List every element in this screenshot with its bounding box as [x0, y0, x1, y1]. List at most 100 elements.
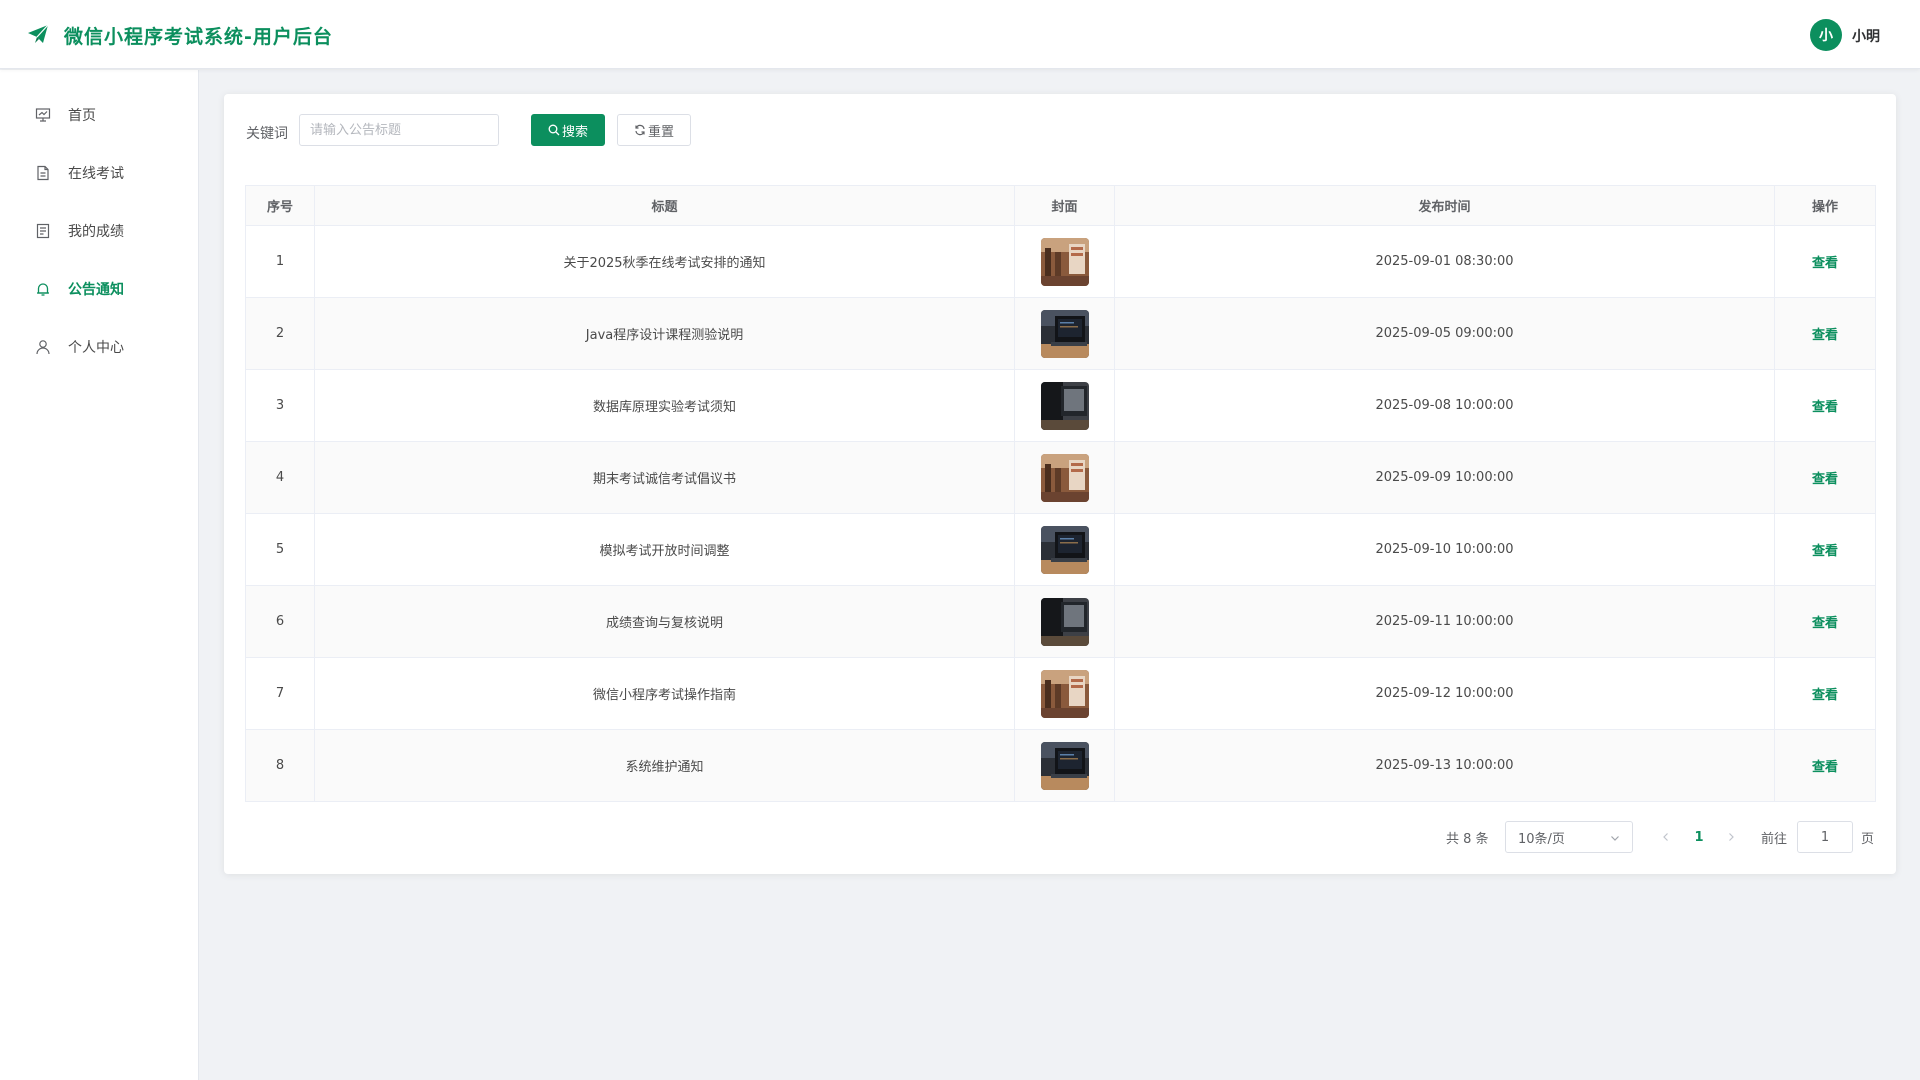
row-title: 期末考试诚信考试倡议书 — [314, 441, 1015, 514]
view-link[interactable]: 查看 — [1812, 256, 1838, 271]
row-title: 系统维护通知 — [314, 729, 1015, 802]
view-link[interactable]: 查看 — [1812, 400, 1838, 415]
report-icon — [34, 222, 52, 240]
announcement-panel: 关键词 搜索 重置 序号 标题 封面 发布时间 操作 1 关于2025秋季在线考试… — [224, 94, 1896, 874]
row-index: 5 — [245, 513, 315, 586]
column-header-index: 序号 — [245, 185, 315, 226]
view-link[interactable]: 查看 — [1812, 688, 1838, 703]
column-header-time: 发布时间 — [1114, 185, 1775, 226]
view-link[interactable]: 查看 — [1812, 328, 1838, 343]
cover-image[interactable] — [1040, 381, 1089, 430]
chevron-right-icon — [1729, 833, 1734, 841]
row-index: 4 — [245, 441, 315, 514]
row-action-cell: 查看 — [1774, 513, 1876, 586]
cover-image[interactable] — [1040, 453, 1089, 502]
username[interactable]: 小明 — [1852, 26, 1880, 46]
page-size-select[interactable]: 10条/页 — [1505, 821, 1633, 853]
row-index: 7 — [245, 657, 315, 730]
row-index: 2 — [245, 297, 315, 370]
row-index: 3 — [245, 369, 315, 442]
row-cover-cell — [1014, 225, 1115, 298]
sidebar-item-online-exam[interactable]: 在线考试 — [0, 144, 199, 202]
table-header-row: 序号 标题 封面 发布时间 操作 — [245, 185, 1876, 226]
view-link[interactable]: 查看 — [1812, 760, 1838, 775]
row-publish-time: 2025-09-08 10:00:00 — [1114, 369, 1775, 442]
table-row: 6 成绩查询与复核说明 2025-09-11 10:00:00 查看 — [245, 585, 1876, 658]
column-header-title: 标题 — [314, 185, 1015, 226]
row-title: Java程序设计课程测验说明 — [314, 297, 1015, 370]
column-header-cover: 封面 — [1014, 185, 1115, 226]
cover-image[interactable] — [1040, 525, 1089, 574]
cover-image[interactable] — [1040, 597, 1089, 646]
table-row: 3 数据库原理实验考试须知 2025-09-08 10:00:00 查看 — [245, 369, 1876, 442]
row-title: 数据库原理实验考试须知 — [314, 369, 1015, 442]
avatar[interactable]: 小 — [1810, 19, 1842, 51]
row-title: 微信小程序考试操作指南 — [314, 657, 1015, 730]
cover-image[interactable] — [1040, 237, 1089, 286]
row-publish-time: 2025-09-13 10:00:00 — [1114, 729, 1775, 802]
row-cover-cell — [1014, 513, 1115, 586]
chevron-left-icon — [1663, 833, 1668, 841]
next-page-button[interactable] — [1719, 825, 1743, 849]
pagination-total: 共 8 条 — [1446, 832, 1489, 847]
page-number-current[interactable]: 1 — [1687, 825, 1711, 849]
table-row: 4 期末考试诚信考试倡议书 2025-09-09 10:00:00 查看 — [245, 441, 1876, 514]
sidebar-item-profile[interactable]: 个人中心 — [0, 318, 199, 376]
keyword-input[interactable] — [299, 114, 499, 146]
sidebar-item-label: 个人中心 — [68, 340, 124, 356]
presentation-icon — [34, 106, 52, 124]
document-icon — [34, 164, 52, 182]
row-cover-cell — [1014, 585, 1115, 658]
row-publish-time: 2025-09-11 10:00:00 — [1114, 585, 1775, 658]
row-cover-cell — [1014, 297, 1115, 370]
goto-page-input[interactable] — [1797, 821, 1853, 853]
row-action-cell: 查看 — [1774, 297, 1876, 370]
table-row: 7 微信小程序考试操作指南 2025-09-12 10:00:00 查看 — [245, 657, 1876, 730]
sidebar-item-home[interactable]: 首页 — [0, 86, 199, 144]
row-publish-time: 2025-09-12 10:00:00 — [1114, 657, 1775, 730]
goto-label: 前往 — [1761, 832, 1788, 847]
search-button-label: 搜索 — [561, 124, 588, 140]
cover-image[interactable] — [1040, 309, 1089, 358]
row-title: 关于2025秋季在线考试安排的通知 — [314, 225, 1015, 298]
user-icon — [34, 338, 52, 356]
table-row: 5 模拟考试开放时间调整 2025-09-10 10:00:00 查看 — [245, 513, 1876, 586]
row-action-cell: 查看 — [1774, 369, 1876, 442]
search-button[interactable]: 搜索 — [531, 114, 605, 146]
row-publish-time: 2025-09-01 08:30:00 — [1114, 225, 1775, 298]
announcement-table: 序号 标题 封面 发布时间 操作 1 关于2025秋季在线考试安排的通知 2025-… — [245, 185, 1876, 802]
row-title: 模拟考试开放时间调整 — [314, 513, 1015, 586]
sidebar-item-my-scores[interactable]: 我的成绩 — [0, 202, 199, 260]
reset-button-label: 重置 — [647, 124, 674, 140]
sidebar-item-label: 首页 — [68, 108, 96, 124]
table-row: 8 系统维护通知 2025-09-13 10:00:00 查看 — [245, 729, 1876, 802]
paper-plane-icon — [28, 24, 49, 43]
view-link[interactable]: 查看 — [1812, 544, 1838, 559]
previous-page-button[interactable] — [1654, 825, 1678, 849]
keyword-label: 关键词 — [246, 126, 288, 142]
sidebar-item-label: 公告通知 — [68, 282, 124, 298]
column-header-action: 操作 — [1774, 185, 1876, 226]
row-index: 8 — [245, 729, 315, 802]
row-cover-cell — [1014, 369, 1115, 442]
table-row: 1 关于2025秋季在线考试安排的通知 2025-09-01 08:30:00 查看 — [245, 225, 1876, 298]
sidebar-item-label: 在线考试 — [68, 166, 124, 182]
view-link[interactable]: 查看 — [1812, 616, 1838, 631]
sidebar: 首页 在线考试 我的成绩 公告通知 个人中心 — [0, 70, 199, 1080]
sidebar-item-announcements[interactable]: 公告通知 — [0, 260, 199, 318]
row-publish-time: 2025-09-10 10:00:00 — [1114, 513, 1775, 586]
row-title: 成绩查询与复核说明 — [314, 585, 1015, 658]
cover-image[interactable] — [1040, 669, 1089, 718]
row-action-cell: 查看 — [1774, 225, 1876, 298]
row-cover-cell — [1014, 657, 1115, 730]
page-size-value: 10条/页 — [1518, 831, 1565, 847]
row-cover-cell — [1014, 441, 1115, 514]
row-publish-time: 2025-09-09 10:00:00 — [1114, 441, 1775, 514]
app-title: 微信小程序考试系统-用户后台 — [64, 26, 333, 48]
view-link[interactable]: 查看 — [1812, 472, 1838, 487]
reset-button[interactable]: 重置 — [617, 114, 691, 146]
cover-image[interactable] — [1040, 741, 1089, 790]
top-header: 微信小程序考试系统-用户后台 小 小明 — [0, 0, 1920, 69]
row-action-cell: 查看 — [1774, 441, 1876, 514]
page-unit-label: 页 — [1861, 832, 1875, 847]
